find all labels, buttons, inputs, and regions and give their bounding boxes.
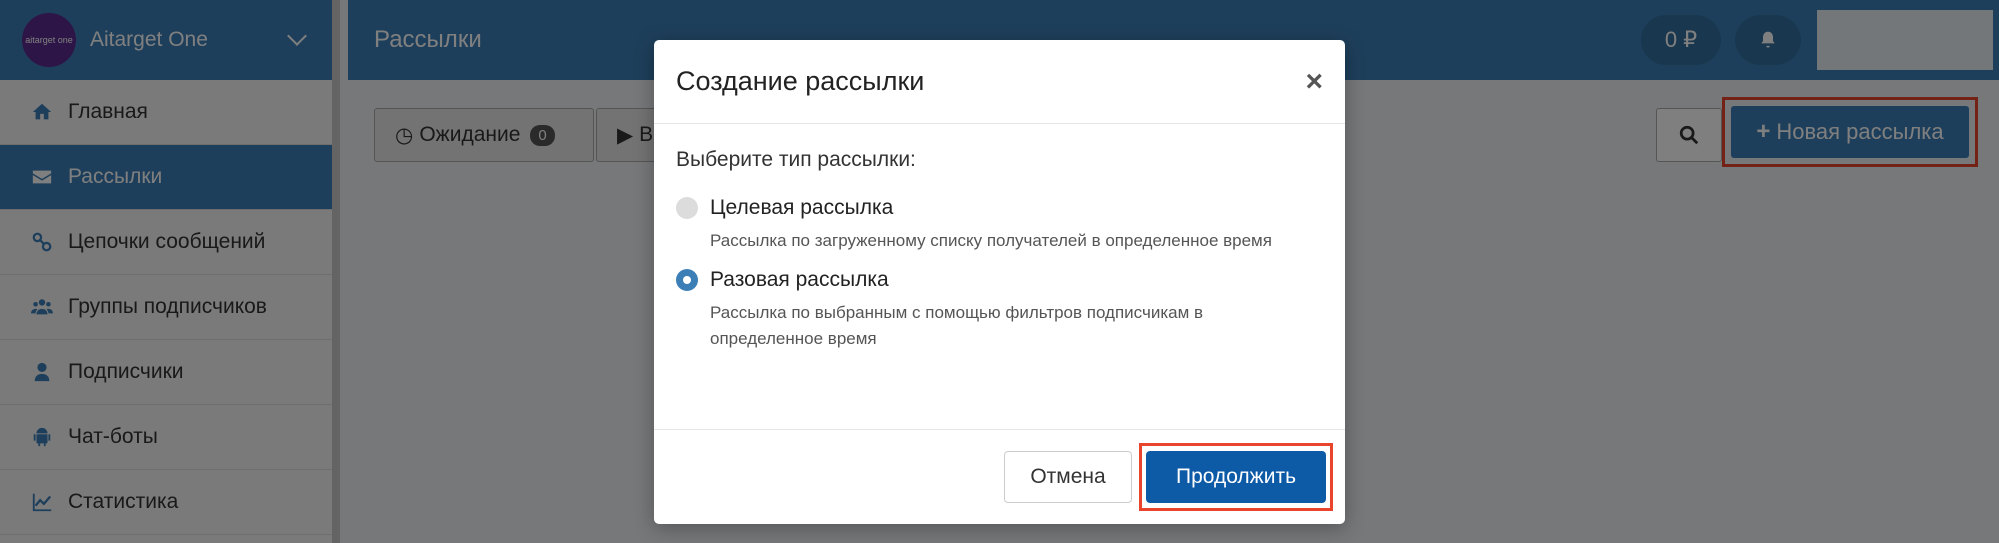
option-title: Разовая рассылка <box>710 268 889 291</box>
modal-body: Выберите тип рассылки: Целевая рассылка … <box>654 124 1345 430</box>
option-one-time[interactable]: Разовая рассылка Рассылка по выбранным с… <box>676 268 1323 352</box>
option-description: Рассылка по загруженному списку получате… <box>710 231 1272 250</box>
cancel-button[interactable]: Отмена <box>1004 451 1132 503</box>
mailing-type-prompt: Выберите тип рассылки: <box>676 148 916 171</box>
radio-one-time[interactable] <box>676 269 698 291</box>
modal-footer: Отмена Продолжить <box>654 430 1345 524</box>
option-targeted[interactable]: Целевая рассылка Рассылка по загруженном… <box>676 196 1323 254</box>
continue-highlight: Продолжить <box>1139 443 1333 511</box>
close-icon[interactable]: × <box>1305 66 1323 97</box>
option-title: Целевая рассылка <box>710 196 894 219</box>
modal-header: Создание рассылки × <box>654 40 1345 124</box>
radio-targeted[interactable] <box>676 197 698 219</box>
create-mailing-modal: Создание рассылки × Выберите тип рассылк… <box>654 40 1345 524</box>
option-description: Рассылка по выбранным с помощью фильтров… <box>710 303 1204 348</box>
modal-title: Создание рассылки <box>676 66 925 96</box>
continue-button[interactable]: Продолжить <box>1146 451 1326 503</box>
